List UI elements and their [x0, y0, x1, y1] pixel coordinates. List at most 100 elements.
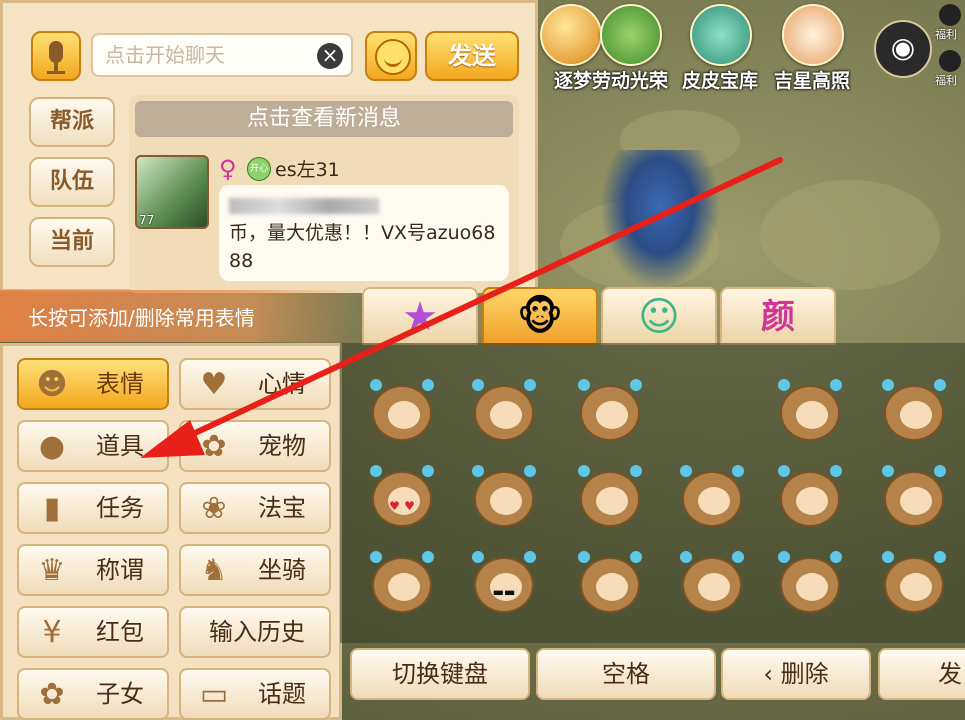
channel-tab-current[interactable]: 当前	[29, 217, 115, 267]
category-treasure[interactable]: ❀ 法宝	[179, 482, 331, 534]
message-bubble[interactable]: 币，量大优惠！！VX号azuo68 88	[219, 185, 509, 281]
monkey-face	[596, 401, 628, 429]
smiley-icon: ☻	[36, 367, 68, 402]
chat-bubble-icon: ▭	[199, 677, 229, 712]
activity-lucky[interactable]: 吉星高照	[762, 0, 862, 96]
monkey-head	[884, 557, 944, 613]
delete-button[interactable]: ‹ 删除	[721, 648, 871, 700]
smiley-icon	[375, 39, 411, 75]
activity-label: 皮皮宝库	[681, 70, 758, 92]
chat-input-placeholder: 点击开始聊天	[105, 43, 225, 67]
emoji-hint: 长按可添加/删除常用表情	[0, 290, 360, 342]
ear	[882, 551, 894, 563]
channel-tab-team[interactable]: 队伍	[29, 157, 115, 207]
emoji-sad[interactable]	[674, 549, 750, 623]
monkey-head	[884, 471, 944, 527]
labor-tree-icon	[600, 4, 662, 66]
ear	[630, 379, 642, 391]
category-emoji[interactable]: ☻ 表情	[17, 358, 169, 410]
emoji-laugh[interactable]	[572, 377, 648, 451]
welfare-button[interactable]: 福利	[935, 4, 965, 44]
channel-tab-guild[interactable]: 帮派	[29, 97, 115, 147]
emoji-sweat[interactable]	[876, 377, 952, 451]
message-sender[interactable]: es左31	[275, 155, 340, 182]
category-label: 道具	[96, 432, 144, 460]
chat-panel: 点击开始聊天 × 发送 帮派 队伍 当前 点击查看新消息 77 ♀ 开心 es左…	[0, 0, 538, 293]
chat-input[interactable]: 点击开始聊天 ×	[91, 33, 353, 77]
category-label: 宠物	[258, 432, 306, 460]
category-pet[interactable]: ✿ 宠物	[179, 420, 331, 472]
tab-star[interactable]: ★	[362, 287, 478, 345]
treasure-cat-icon	[690, 4, 752, 66]
monkey-face	[796, 401, 828, 429]
monkey-face	[698, 573, 730, 601]
emoji-angry[interactable]	[772, 549, 848, 623]
category-red-envelope[interactable]: ¥ 红包	[17, 606, 169, 658]
player-character[interactable]	[600, 150, 720, 290]
tab-monkey[interactable]: 🐵	[482, 287, 598, 345]
ear	[472, 379, 484, 391]
emoji-note[interactable]	[876, 549, 952, 623]
ear	[830, 465, 842, 477]
ear	[830, 551, 842, 563]
send-key-button[interactable]: 发	[878, 648, 965, 700]
ear	[578, 379, 590, 391]
ear	[578, 465, 590, 477]
category-children[interactable]: ✿ 子女	[17, 668, 169, 720]
category-mood[interactable]: ♥ 心情	[179, 358, 331, 410]
category-mount[interactable]: ♞ 坐骑	[179, 544, 331, 596]
emoji-flower[interactable]	[466, 463, 542, 537]
emoji-cheer[interactable]	[572, 463, 648, 537]
avatar-level: 77	[139, 213, 155, 227]
category-title[interactable]: ♛ 称谓	[17, 544, 169, 596]
ear	[472, 551, 484, 563]
monkey-head: ♥ ♥	[372, 471, 432, 527]
ear	[370, 551, 382, 563]
welfare-icon	[939, 4, 961, 26]
camera-icon[interactable]: ◉	[874, 20, 932, 78]
tab-green-pet[interactable]: ☺	[601, 287, 717, 345]
paw-child-icon: ✿	[39, 677, 65, 712]
emoji-wink[interactable]	[876, 463, 952, 537]
new-message-banner[interactable]: 点击查看新消息	[135, 101, 513, 137]
space-button[interactable]: 空格	[536, 648, 716, 700]
category-label: 话题	[258, 680, 306, 708]
clear-icon[interactable]: ×	[317, 43, 343, 69]
sunglasses-icon: ▬▬	[492, 585, 516, 599]
welfare-label: 福利	[935, 28, 957, 41]
category-topic[interactable]: ▭ 话题	[179, 668, 331, 720]
activity-treasure[interactable]: 皮皮宝库	[670, 0, 770, 96]
emoji-shy[interactable]	[772, 377, 848, 451]
monkey-icon: 🐵	[516, 294, 564, 340]
emoji-sleepy[interactable]	[772, 463, 848, 537]
emoji-cry[interactable]	[674, 463, 750, 537]
monkey-head	[682, 471, 742, 527]
monkey-head	[474, 471, 534, 527]
emoji-cool[interactable]: ▬▬	[466, 549, 542, 623]
welfare-button[interactable]: 福利	[935, 50, 965, 90]
send-button[interactable]: 发送	[425, 31, 519, 81]
emoji-heart-eyes[interactable]: ♥ ♥	[364, 463, 440, 537]
voice-button[interactable]	[31, 31, 81, 81]
happy-badge-icon: 开心	[247, 157, 271, 181]
avatar[interactable]: 77	[135, 155, 209, 229]
money-bag-icon: ●	[38, 429, 66, 464]
emoji-blush[interactable]	[364, 377, 440, 451]
ear	[472, 465, 484, 477]
welfare-icon	[939, 50, 961, 72]
monkey-face	[388, 401, 420, 429]
message-text: 币，量大优惠！！VX号azuo68	[229, 222, 496, 244]
switch-keyboard-button[interactable]: 切换键盘	[350, 648, 530, 700]
tab-yan[interactable]: 颜	[720, 287, 836, 345]
paw-icon: ✿	[201, 429, 227, 464]
activity-labor[interactable]: 劳动光荣	[580, 0, 680, 96]
emoji-meh[interactable]	[572, 549, 648, 623]
emoji-dizzy[interactable]	[466, 377, 542, 451]
blurred-text	[229, 197, 379, 214]
emoji-sleep[interactable]	[364, 549, 440, 623]
message-list[interactable]: 点击查看新消息 77 ♀ 开心 es左31 币，量大优惠！！VX号azuo68 …	[129, 95, 519, 293]
category-items[interactable]: ● 道具	[17, 420, 169, 472]
category-input-history[interactable]: 输入历史	[179, 606, 331, 658]
category-task[interactable]: ▮ 任务	[17, 482, 169, 534]
emoji-button[interactable]	[365, 31, 417, 81]
